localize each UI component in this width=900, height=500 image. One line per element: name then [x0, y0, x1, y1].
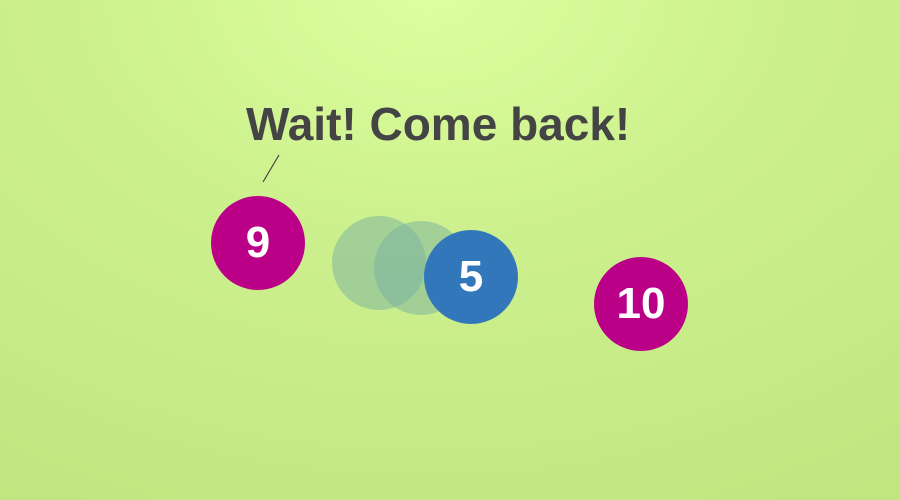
ball-5[interactable]: 5 [424, 230, 518, 324]
speech-text: Wait! Come back! [246, 98, 631, 150]
ball-9[interactable]: 9 [211, 196, 305, 290]
ball-10-label: 10 [616, 279, 666, 328]
ball-10[interactable]: 10 [594, 257, 688, 351]
ball-5-label: 5 [458, 252, 484, 301]
speech-pointer [262, 154, 280, 183]
ball-9-label: 9 [245, 218, 271, 267]
